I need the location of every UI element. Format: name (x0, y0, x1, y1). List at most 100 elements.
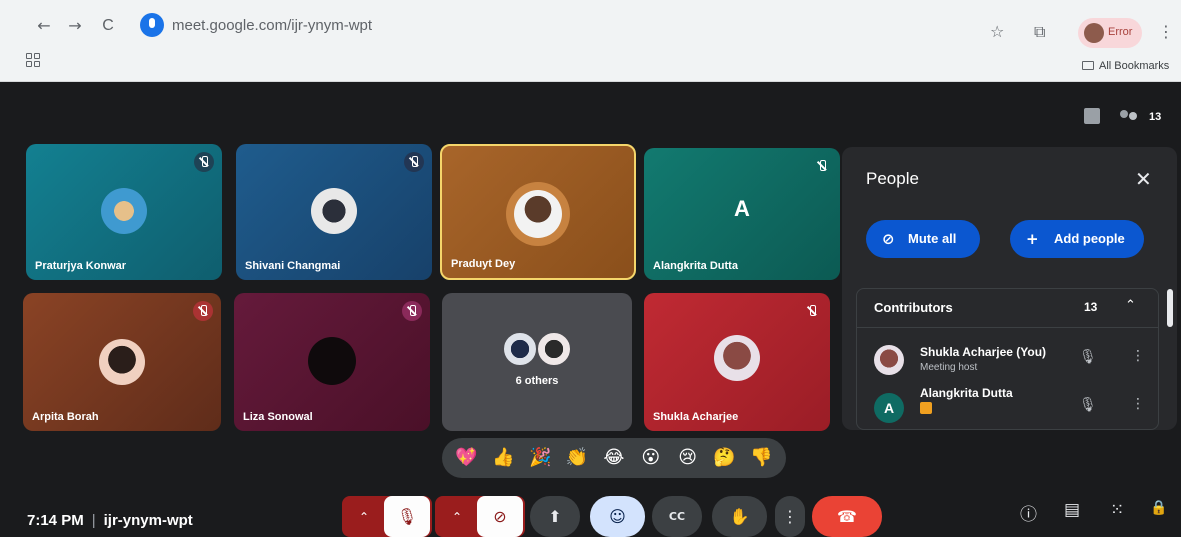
others-avatar (536, 331, 572, 367)
participant-name: Alangkrita Dutta (653, 260, 738, 272)
extensions-icon[interactable]: ⧉ (1034, 22, 1045, 42)
meeting-code: ijr-ynym-wpt (103, 512, 193, 529)
browser-chrome: ← → C meet.google.com/ijr-ynym-wpt ☆ ⧉ E… (0, 0, 1181, 82)
mic-off-button[interactable]: 🎙 (384, 496, 430, 537)
person-letter-avatar: A (874, 393, 904, 423)
host-controls-icon[interactable]: 🔒 (1150, 500, 1167, 516)
layout-icon[interactable] (1084, 108, 1100, 124)
address-bar[interactable]: meet.google.com/ijr-ynym-wpt (132, 8, 1072, 42)
meeting-info: 7:14 PM | ijr-ynym-wpt (27, 512, 201, 529)
all-bookmarks[interactable]: All Bookmarks (1082, 60, 1169, 72)
others-label: 6 others (515, 375, 559, 387)
more-options-icon[interactable]: ⋮ (1131, 396, 1145, 412)
participant-tile[interactable]: Shukla Acharjee (644, 293, 830, 431)
more-options-icon[interactable]: ⋮ (1131, 348, 1145, 364)
forward-icon[interactable]: → (65, 16, 85, 36)
contributors-section: Contributors 13 ⌃ Shukla Acharjee (You) … (856, 288, 1159, 430)
people-panel-title: People (866, 169, 919, 188)
meeting-time: 7:14 PM (27, 512, 84, 529)
folder-icon (1082, 61, 1094, 70)
letter-avatar: A (734, 195, 750, 221)
mic-off-icon[interactable]: 🎙 (1079, 397, 1097, 413)
mic-off-icon (193, 301, 213, 321)
participant-tile[interactable]: Arpita Borah (23, 293, 221, 431)
url-text[interactable]: meet.google.com/ijr-ynym-wpt (172, 17, 372, 34)
add-people-label: Add people (1054, 231, 1125, 246)
sad-emoji-button[interactable]: 😢 (675, 445, 701, 471)
mic-off-icon (812, 156, 832, 176)
profile-chip[interactable]: Error (1078, 18, 1142, 48)
participant-tile-active-speaker[interactable]: Praduyt Dey (440, 144, 636, 280)
add-people-button[interactable]: + Add people (1010, 220, 1144, 258)
profile-avatar (1084, 23, 1104, 43)
video-options-chevron-icon[interactable]: ⌃ (437, 510, 477, 524)
close-icon[interactable]: ✕ (1135, 167, 1152, 191)
bookmark-star-icon[interactable]: ☆ (990, 22, 1004, 41)
person-subtitle: Meeting host (920, 362, 978, 373)
person-name: Shukla Acharjee (You) (920, 345, 1047, 359)
participant-name: Praturjya Konwar (35, 260, 127, 272)
back-icon[interactable]: ← (34, 16, 54, 36)
present-screen-button[interactable]: ⬆ (530, 496, 580, 537)
others-avatar (502, 331, 538, 367)
thumbs-up-emoji-button[interactable]: 👍 (490, 445, 516, 471)
mic-off-icon (802, 301, 822, 321)
end-call-button[interactable]: ☎ (812, 496, 882, 537)
participant-tile[interactable]: Shivani Changmai (236, 144, 432, 280)
mic-off-icon (404, 152, 424, 172)
mic-off-icon (402, 301, 422, 321)
apps-grid-icon[interactable] (26, 53, 40, 67)
person-name: Alangkrita Dutta (920, 386, 1013, 400)
profile-label: Error (1108, 26, 1133, 38)
participant-count: 13 (1149, 111, 1162, 123)
presenting-badge (920, 402, 932, 414)
participant-tile[interactable]: Liza Sonowal (234, 293, 430, 431)
meet-site-icon (140, 13, 164, 37)
panel-scrollbar[interactable] (1167, 289, 1173, 327)
contributors-heading: Contributors (874, 300, 953, 315)
browser-menu-icon[interactable]: ⋮ (1158, 22, 1174, 41)
emoji-reactions-button[interactable]: ☺ (590, 496, 645, 537)
mute-all-button[interactable]: ⊘ Mute all (866, 220, 980, 258)
contributors-count: 13 (1084, 300, 1098, 314)
participant-name: Shukla Acharjee (653, 411, 739, 423)
party-emoji-button[interactable]: 🎉 (527, 445, 553, 471)
participant-tile[interactable]: Praturjya Konwar (26, 144, 222, 280)
others-tile[interactable]: 6 others (442, 293, 632, 431)
person-row[interactable]: A Alangkrita Dutta 🎙 ⋮ (857, 386, 1158, 437)
person-row[interactable]: Shukla Acharjee (You) Meeting host 🎙 ⋮ (857, 341, 1158, 389)
participant-avatar (714, 335, 760, 381)
thinking-emoji-button[interactable]: 🤔 (712, 445, 738, 471)
audio-options-chevron-icon[interactable]: ⌃ (344, 510, 384, 524)
camera-off-button[interactable]: ⊘ (477, 496, 523, 537)
raise-hand-button[interactable]: ✋ (712, 496, 767, 537)
divider (857, 327, 1158, 328)
participant-name: Shivani Changmai (245, 260, 341, 272)
all-bookmarks-label: All Bookmarks (1099, 60, 1170, 72)
participant-name: Arpita Borah (32, 411, 99, 423)
laugh-emoji-button[interactable]: 😂 (601, 445, 627, 471)
thumbs-down-emoji-button[interactable]: 👎 (748, 445, 774, 471)
mic-off-icon (194, 152, 214, 172)
add-person-icon: + (1026, 230, 1039, 248)
chevron-up-icon[interactable]: ⌃ (1125, 298, 1136, 313)
surprised-emoji-button[interactable]: 😮 (638, 445, 664, 471)
reload-icon[interactable]: C (98, 16, 118, 36)
separator: | (91, 512, 96, 529)
audio-control-group: ⌃ 🎙 (342, 496, 432, 537)
mute-all-label: Mute all (908, 231, 957, 246)
clap-emoji-button[interactable]: 👏 (564, 445, 590, 471)
more-options-button[interactable]: ⋮ (775, 496, 805, 537)
meeting-details-icon[interactable]: ⓘ (1020, 500, 1037, 525)
activities-icon[interactable]: ⁙ (1110, 500, 1124, 520)
reactions-bar: 💖 👍 🎉 👏 😂 😮 😢 🤔 👎 (442, 438, 786, 478)
participant-tile[interactable]: A Alangkrita Dutta (644, 148, 840, 280)
heart-emoji-button[interactable]: 💖 (453, 445, 479, 471)
mic-off-icon[interactable]: 🎙 (1079, 349, 1097, 365)
person-avatar (874, 345, 904, 375)
captions-button[interactable]: CC (652, 496, 702, 537)
participant-avatar (514, 190, 562, 238)
participants-icon[interactable] (1118, 108, 1140, 126)
participant-avatar (308, 337, 356, 385)
chat-icon[interactable]: ▤ (1064, 500, 1080, 520)
